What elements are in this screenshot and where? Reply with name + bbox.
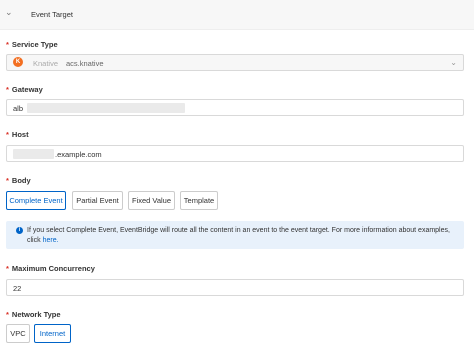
service-type-value: acs.knative: [66, 59, 104, 68]
body-option-fixed-value[interactable]: Fixed Value: [128, 191, 175, 210]
info-icon: i: [16, 227, 23, 234]
here-link[interactable]: here.: [43, 237, 59, 244]
max-concurrency-label: * Maximum Concurrency: [6, 264, 95, 273]
section-title: Event Target: [31, 10, 73, 19]
redacted-gateway: [27, 103, 185, 113]
chevron-down-icon: ⌄: [450, 58, 457, 67]
gateway-label: * Gateway: [6, 85, 43, 94]
body-option-template[interactable]: Template: [180, 191, 218, 210]
network-option-internet[interactable]: Internet: [34, 324, 71, 343]
gateway-value: alb: [13, 104, 24, 113]
body-info-notice: i If you select Complete Event, EventBri…: [6, 221, 464, 249]
max-concurrency-input[interactable]: 22: [6, 279, 464, 296]
max-concurrency-value: 22: [13, 284, 22, 293]
event-target-header[interactable]: ⌄ Event Target: [0, 0, 474, 30]
service-type-label: * Service Type: [6, 40, 58, 49]
body-option-complete-event[interactable]: Complete Event: [6, 191, 66, 210]
network-option-vpc[interactable]: VPC: [6, 324, 30, 343]
host-label: * Host: [6, 130, 29, 139]
service-name: Knative: [33, 59, 59, 68]
gateway-input[interactable]: alb: [6, 99, 464, 116]
network-type-label: * Network Type: [6, 310, 61, 319]
host-input[interactable]: .example.com: [6, 145, 464, 162]
info-text: If you select Complete Event, EventBridg…: [27, 227, 450, 244]
knative-icon: K: [13, 57, 23, 67]
body-label: * Body: [6, 176, 31, 185]
body-option-partial-event[interactable]: Partial Event: [72, 191, 123, 210]
redacted-host: [13, 149, 54, 159]
chevron-down-icon[interactable]: ⌄: [5, 7, 13, 18]
host-value: .example.com: [55, 150, 102, 159]
service-type-select[interactable]: K Knative acs.knative ⌄: [6, 54, 464, 71]
